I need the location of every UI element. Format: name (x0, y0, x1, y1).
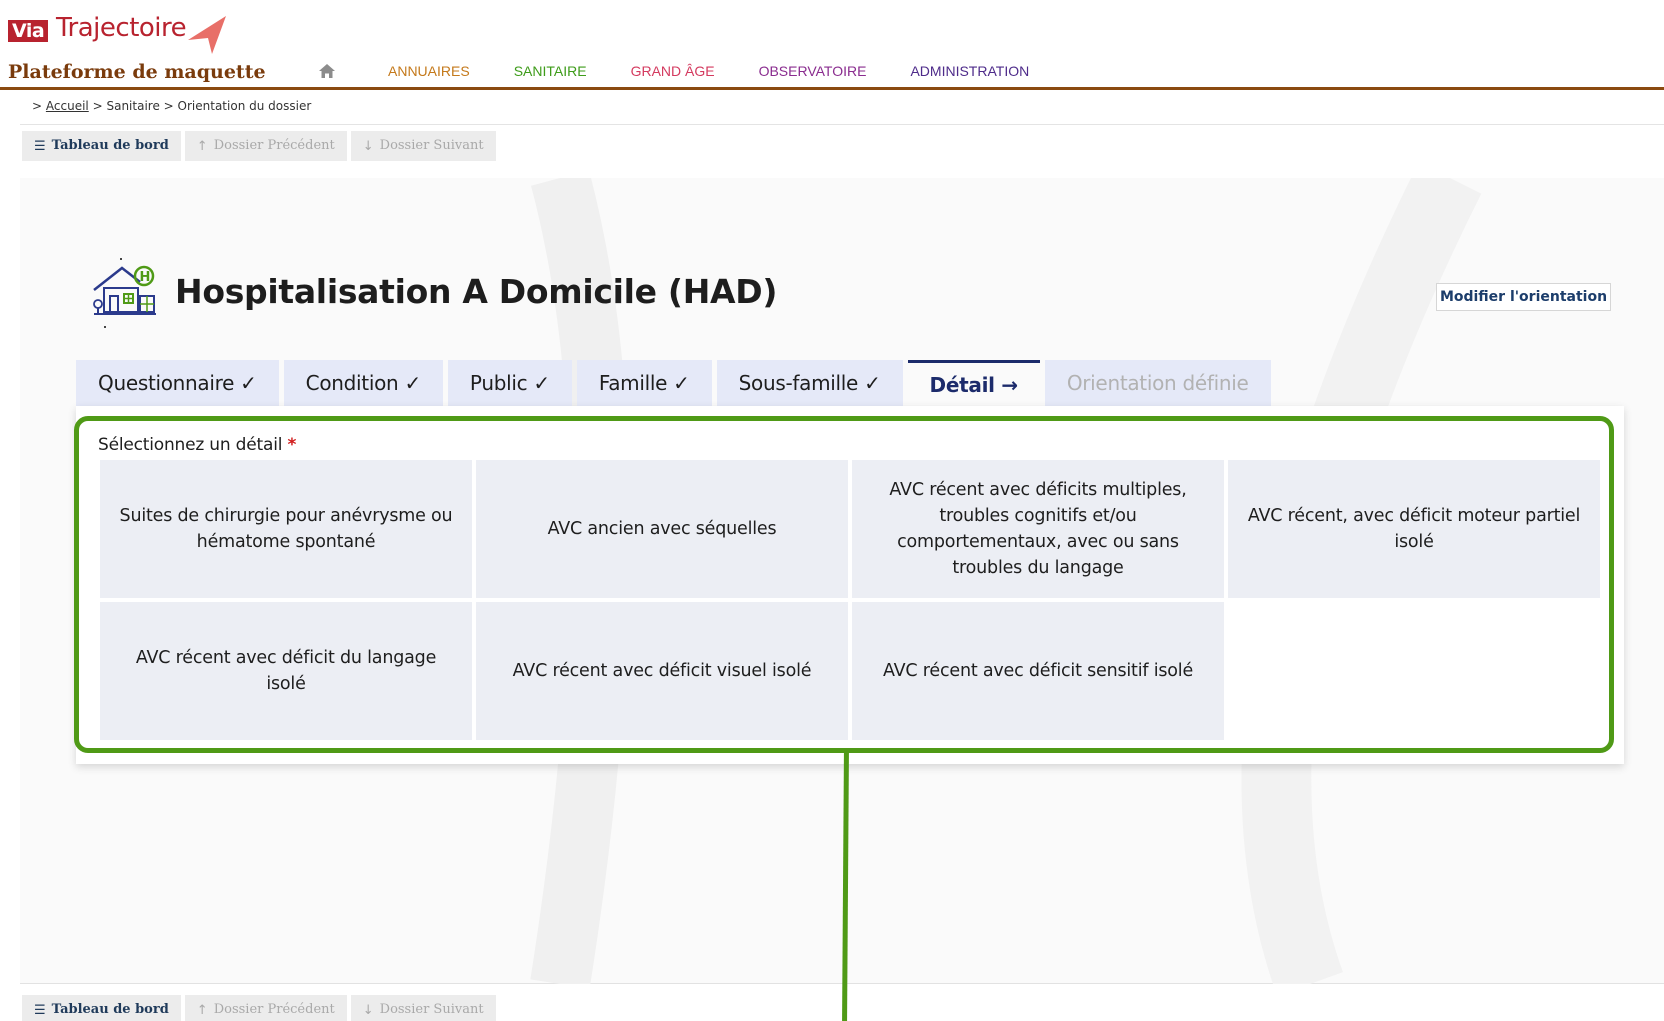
tab-sous-famille[interactable]: Sous-famille ✓ (716, 360, 903, 406)
main-nav: ANNUAIRES SANITAIRE GRAND ÂGE OBSERVATOI… (318, 60, 1073, 82)
header-divider (0, 87, 1664, 90)
platform-name: Plateforme de maquette (8, 61, 266, 83)
top-toolbar: ☰ Tableau de bord ↑ Dossier Précédent ↓ … (22, 131, 500, 161)
nav-observatoire[interactable]: OBSERVATOIRE (759, 61, 867, 81)
detail-option[interactable]: AVC récent avec déficit visuel isolé (476, 602, 848, 740)
arrow-up-icon: ↑ (196, 1002, 208, 1018)
dashboard-button[interactable]: ☰ Tableau de bord (22, 131, 181, 161)
next-file-label: Dossier Suivant (379, 1002, 484, 1017)
home-icon[interactable] (318, 62, 336, 80)
detail-option[interactable]: AVC récent avec déficit du langage isolé (100, 602, 472, 740)
nav-sanitaire[interactable]: SANITAIRE (514, 61, 587, 81)
detail-option[interactable]: AVC récent, avec déficit moteur partiel … (1228, 460, 1600, 598)
detail-label-text: Sélectionnez un détail (98, 435, 283, 455)
list-icon: ☰ (34, 1002, 46, 1018)
logo-arrow-icon (188, 16, 226, 54)
dashboard-label: Tableau de bord (51, 138, 169, 153)
tab-questionnaire[interactable]: Questionnaire ✓ (76, 360, 279, 406)
viatrajectoire-logo[interactable]: Via Trajectoire (8, 8, 238, 58)
nav-annuaires[interactable]: ANNUAIRES (388, 61, 470, 81)
detail-option[interactable]: AVC récent avec déficits multiples, trou… (852, 460, 1224, 598)
arrow-down-icon: ↓ (362, 1002, 374, 1018)
nav-grand-age[interactable]: GRAND ÂGE (631, 61, 715, 81)
detail-options-grid: Suites de chirurgie pour anévrysme ou hé… (100, 460, 1602, 740)
nav-administration[interactable]: ADMINISTRATION (910, 61, 1029, 81)
detail-option[interactable]: Suites de chirurgie pour anévrysme ou hé… (100, 460, 472, 598)
previous-file-button[interactable]: ↑ Dossier Précédent (184, 995, 347, 1021)
dashboard-label: Tableau de bord (51, 1002, 169, 1017)
detail-select-label: Sélectionnez un détail * (98, 433, 296, 457)
arrow-up-icon: ↑ (196, 138, 208, 154)
home-hospital-icon: H (93, 258, 156, 328)
arrow-down-icon: ↓ (362, 138, 374, 154)
breadcrumb-section: Sanitaire (106, 99, 160, 113)
breadcrumb-divider (20, 124, 1664, 125)
tab-famille[interactable]: Famille ✓ (576, 360, 712, 406)
list-icon: ☰ (34, 138, 46, 154)
dashboard-button[interactable]: ☰ Tableau de bord (22, 995, 181, 1021)
previous-file-button[interactable]: ↑ Dossier Précédent (184, 131, 347, 161)
logo-trajectoire-text: Trajectoire (56, 13, 187, 43)
previous-file-label: Dossier Précédent (213, 138, 335, 153)
breadcrumb-current: Orientation du dossier (177, 99, 312, 113)
bottom-toolbar: ☰ Tableau de bord ↑ Dossier Précédent ↓ … (22, 995, 500, 1021)
required-marker: * (287, 435, 297, 455)
breadcrumb-home-link[interactable]: Accueil (46, 99, 89, 113)
modify-orientation-button[interactable]: Modifier l'orientation (1436, 283, 1611, 311)
svg-text:H: H (140, 270, 151, 285)
page-title: Hospitalisation A Domicile (HAD) (175, 272, 778, 311)
tab-condition[interactable]: Condition ✓ (283, 360, 443, 406)
next-file-button[interactable]: ↓ Dossier Suivant (350, 131, 496, 161)
breadcrumb-separator: > (163, 99, 174, 113)
logo-via-mark: Via (8, 20, 49, 42)
tab-detail[interactable]: Détail → (907, 360, 1040, 406)
tab-orientation-definie: Orientation définie (1044, 360, 1271, 406)
breadcrumb-separator: > (92, 99, 103, 113)
previous-file-label: Dossier Précédent (213, 1002, 335, 1017)
tab-public[interactable]: Public ✓ (447, 360, 572, 406)
detail-option[interactable]: AVC ancien avec séquelles (476, 460, 848, 598)
breadcrumb: > Accueil > Sanitaire > Orientation du d… (32, 97, 311, 115)
orientation-steps: Questionnaire ✓ Condition ✓ Public ✓ Fam… (76, 360, 1276, 406)
next-file-label: Dossier Suivant (379, 138, 484, 153)
breadcrumb-prefix: > (32, 99, 43, 113)
detail-option[interactable]: AVC récent avec déficit sensitif isolé (852, 602, 1224, 740)
next-file-button[interactable]: ↓ Dossier Suivant (350, 995, 496, 1021)
